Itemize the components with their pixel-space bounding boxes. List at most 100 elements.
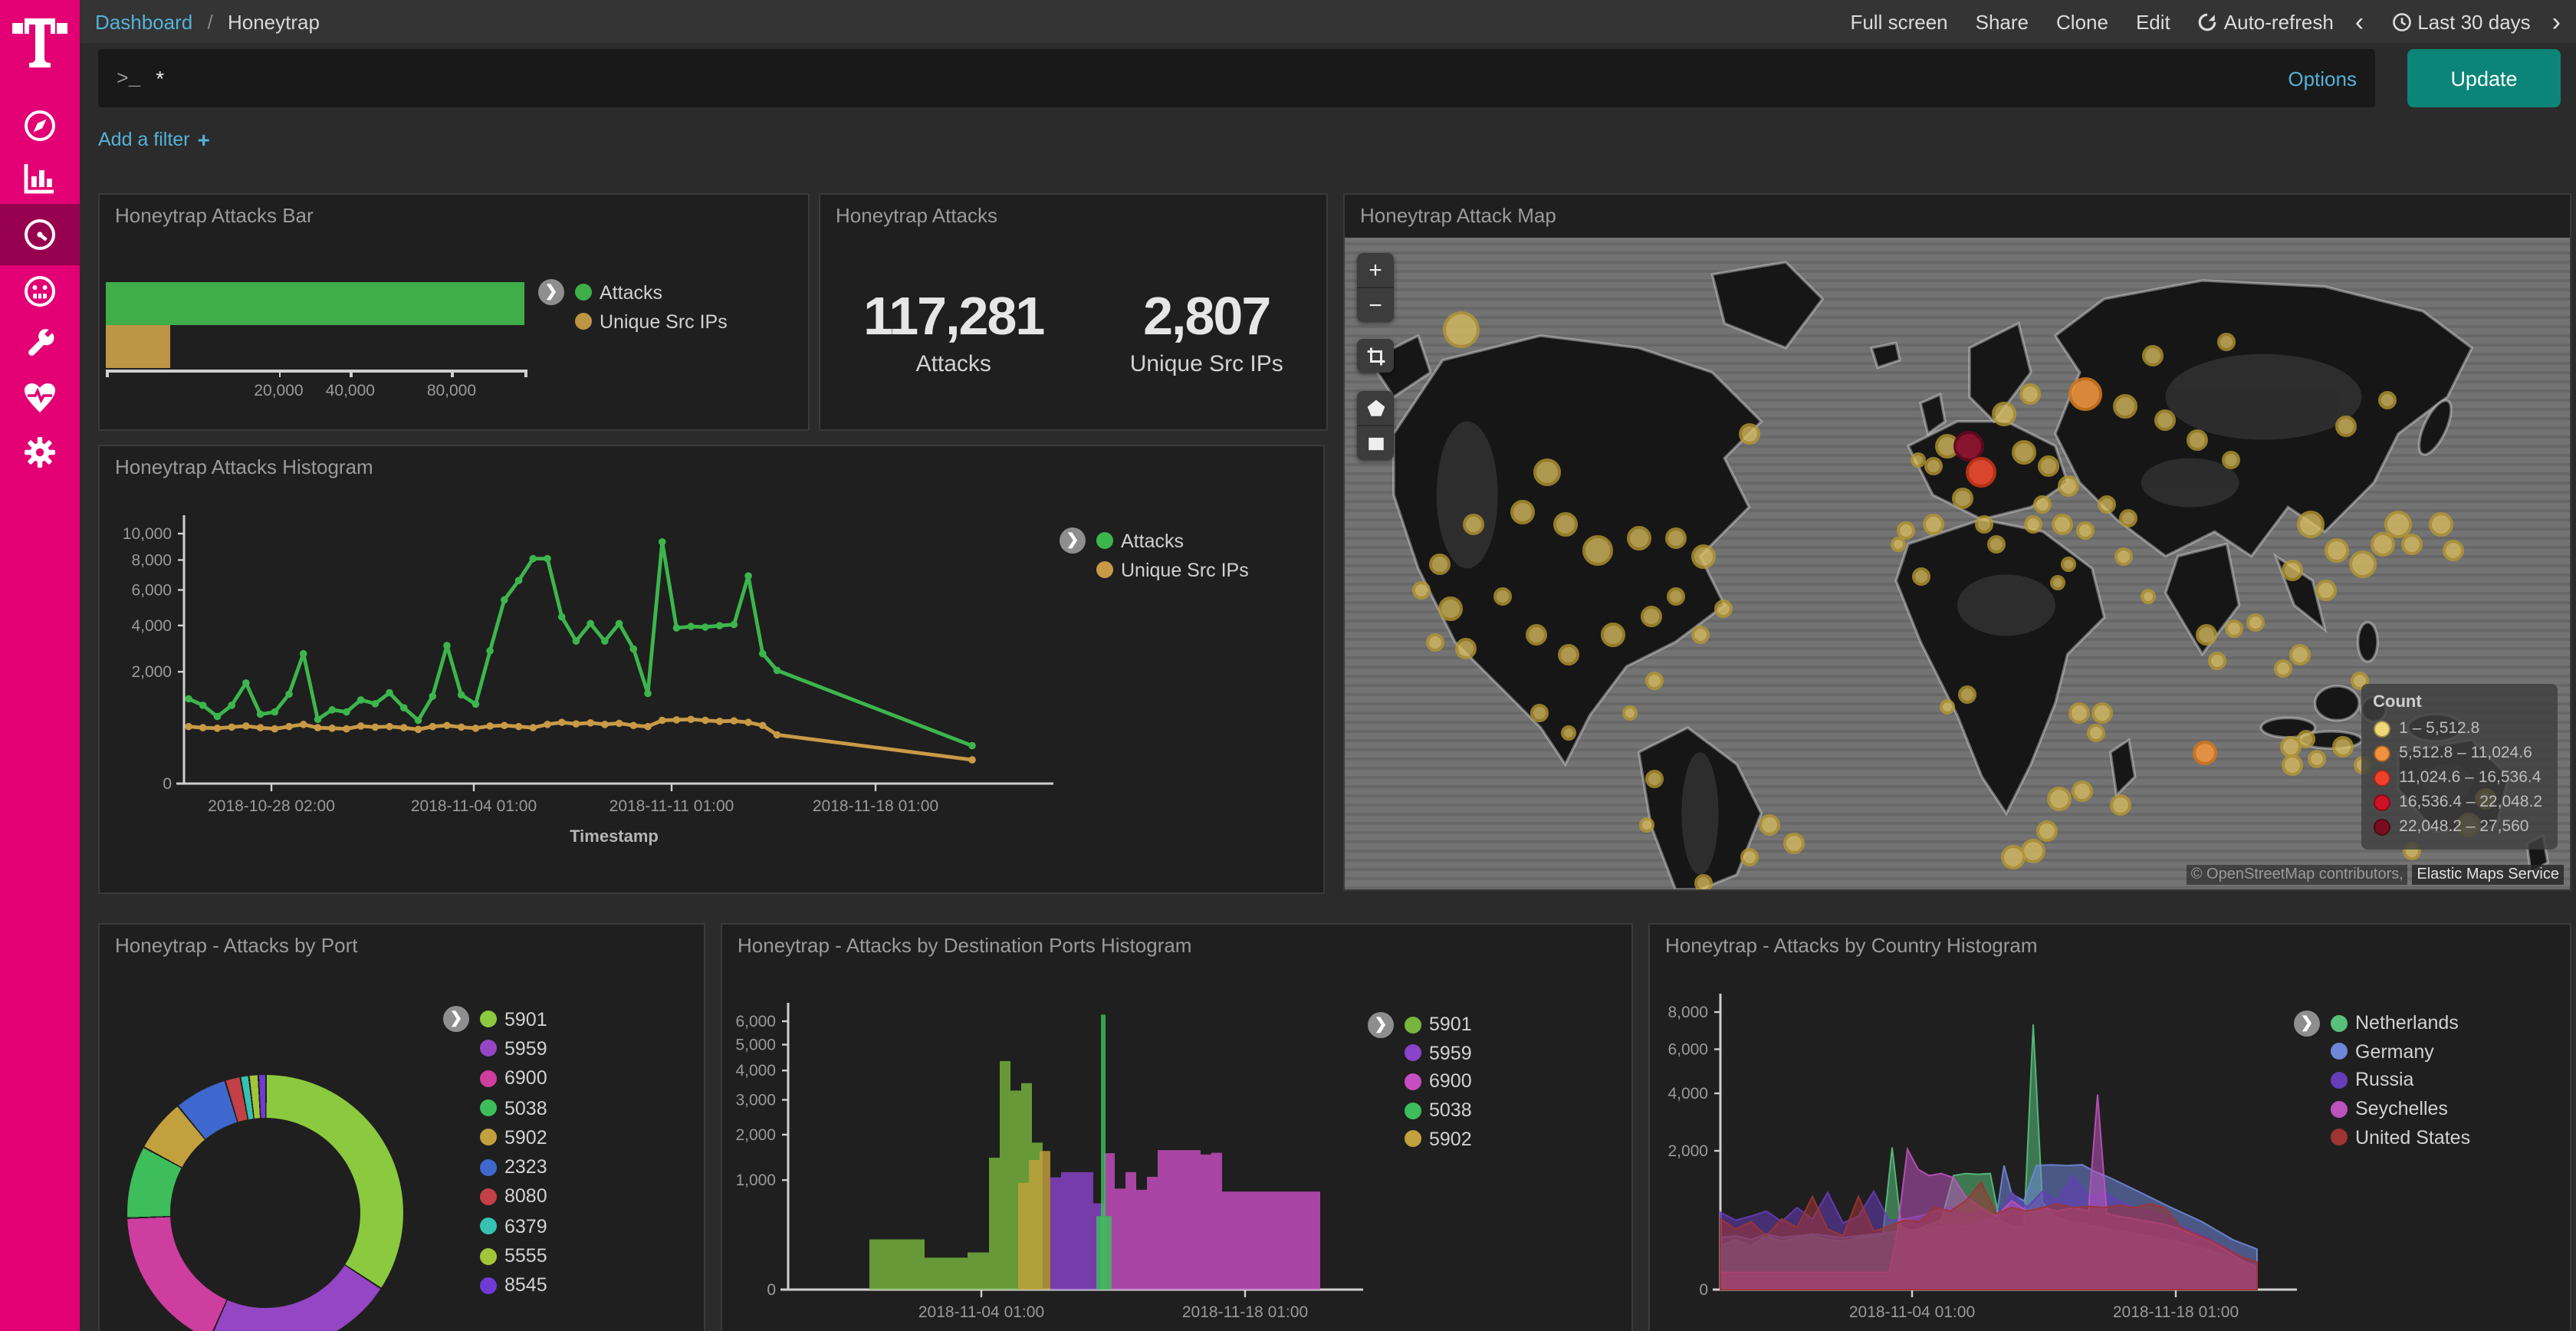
breadcrumb-dashboard-link[interactable]: Dashboard (95, 10, 192, 33)
legend-item[interactable]: 6900 (1405, 1067, 1472, 1096)
legend-item[interactable]: 8080 (480, 1182, 547, 1212)
attack-map[interactable]: + − (1345, 238, 2570, 889)
legend-item[interactable]: Netherlands (2331, 1009, 2470, 1037)
rectangle-tool-button[interactable] (1357, 425, 1394, 460)
legend-item[interactable]: 5901 (480, 1004, 547, 1034)
sidebar-item-timelion[interactable] (0, 261, 80, 322)
sidebar-item-visualize[interactable] (0, 147, 80, 209)
legend-item[interactable]: 5959 (1405, 1039, 1472, 1067)
legend-item[interactable]: Attacks (1096, 526, 1249, 555)
attack-location-marker (1438, 597, 1462, 622)
query-text[interactable]: * (156, 66, 2288, 90)
legend-toggle-icon[interactable]: ❯ (443, 1006, 469, 1032)
legend-label: 6379 (504, 1215, 547, 1237)
sidebar-item-dashboard[interactable] (0, 204, 80, 265)
plus-icon: + (198, 127, 210, 152)
options-link[interactable]: Options (2288, 67, 2357, 90)
legend-item[interactable]: 5902 (1405, 1125, 1472, 1153)
legend-item[interactable]: 5959 (480, 1034, 547, 1064)
legend-label: 5901 (504, 1008, 547, 1030)
auto-refresh-button[interactable]: Auto-refresh (2198, 10, 2334, 33)
sidebar-item-dev-tools[interactable] (0, 314, 80, 376)
time-forward-button[interactable]: › (2552, 8, 2561, 35)
panel-title[interactable]: Honeytrap Attack Map (1360, 204, 1556, 227)
legend-dot (480, 1158, 497, 1175)
legend-item[interactable]: Unique Src IPs (575, 307, 728, 336)
legend-item[interactable]: Unique Src IPs (1096, 555, 1249, 584)
panel-title[interactable]: Honeytrap - Attacks by Port (115, 934, 357, 957)
zoom-out-button[interactable]: − (1357, 287, 1394, 322)
legend-item[interactable]: 5901 (1405, 1011, 1472, 1039)
legend-item[interactable]: 5902 (480, 1122, 547, 1152)
legend-item[interactable]: 6900 (480, 1063, 547, 1093)
edit-button[interactable]: Edit (2136, 10, 2170, 33)
panel-title[interactable]: Honeytrap - Attacks by Destination Ports… (738, 934, 1191, 957)
zoom-in-button[interactable]: + (1357, 253, 1394, 287)
ems-attribution[interactable]: Elastic Maps Service (2412, 865, 2564, 885)
query-bar: >_ * Options Update (80, 43, 2576, 115)
map-attribution: © OpenStreetMap contributors, Elastic Ma… (2187, 866, 2564, 883)
attack-location-marker (1553, 512, 1578, 537)
legend-dot (2373, 794, 2390, 810)
update-button[interactable]: Update (2407, 49, 2561, 107)
svg-text:10,000: 10,000 (123, 525, 172, 543)
attack-location-marker (2221, 450, 2239, 468)
attack-location-marker (1925, 457, 1944, 475)
attack-location-marker (1582, 535, 1612, 566)
panel-title[interactable]: Honeytrap Attacks Bar (115, 204, 314, 227)
x-tick-label: 20,000 (254, 382, 303, 400)
time-range-picker[interactable]: Last 30 days (2391, 10, 2530, 33)
legend-item[interactable]: 2323 (480, 1152, 547, 1182)
panel-title[interactable]: Honeytrap Attacks (836, 204, 997, 227)
osm-attribution[interactable]: © OpenStreetMap contributors, (2187, 865, 2408, 885)
panel-title[interactable]: Honeytrap Attacks Histogram (115, 455, 373, 478)
legend-dot (575, 313, 592, 330)
legend-item[interactable]: 6379 (480, 1211, 547, 1241)
map-draw-controls (1357, 391, 1394, 460)
legend-item[interactable]: United States (2331, 1123, 2470, 1152)
legend-toggle-icon[interactable]: ❯ (1060, 527, 1086, 554)
attack-location-marker (1738, 422, 1760, 444)
legend-item[interactable]: Russia (2331, 1066, 2470, 1094)
attacks-by-port-donut: ❯ 5901 595969005038590223238080 6379 5555854… (100, 925, 704, 1331)
crop-icon (1365, 346, 1385, 366)
legend-toggle-icon[interactable]: ❯ (2294, 1011, 2320, 1037)
legend-item[interactable]: 8545 (480, 1270, 547, 1300)
legend-item[interactable]: Seychelles (2331, 1095, 2470, 1123)
crop-tool-button[interactable] (1357, 339, 1394, 373)
legend-item[interactable]: Attacks (575, 278, 728, 307)
share-button[interactable]: Share (1976, 10, 2029, 33)
polygon-tool-button[interactable] (1357, 391, 1394, 425)
legend-label: 11,024.6 – 16,536.4 (2399, 768, 2541, 787)
svg-text:6,000: 6,000 (131, 581, 172, 599)
search-input[interactable]: >_ * Options (98, 49, 2375, 107)
sidebar-item-management[interactable] (0, 422, 80, 483)
full-screen-button[interactable]: Full screen (1850, 10, 1947, 33)
legend-toggle-icon[interactable]: ❯ (1368, 1012, 1394, 1038)
legend-item[interactable]: Germany (2331, 1037, 2470, 1066)
t-mobile-logo[interactable] (9, 9, 71, 71)
time-back-button[interactable]: ‹ (2355, 8, 2364, 35)
attack-location-marker (2019, 383, 2040, 405)
legend-item[interactable]: 5555 (480, 1241, 547, 1271)
legend-item[interactable]: 5038 (480, 1093, 547, 1123)
attack-location-marker (2002, 845, 2026, 869)
legend-dot (2373, 720, 2390, 737)
add-filter-link[interactable]: Add a filter (98, 129, 190, 150)
attack-location-marker (1455, 638, 1477, 659)
sidebar (0, 0, 80, 1331)
panel-title[interactable]: Honeytrap - Attacks by Country Histogram (1665, 934, 2038, 957)
svg-text:2,000: 2,000 (131, 663, 172, 681)
attacks-metric: 117,281 Attacks 2,807 Unique Src IPs (820, 195, 1326, 429)
x-tick-label: 40,000 (326, 382, 375, 400)
svg-text:2018-11-04 01:00: 2018-11-04 01:00 (918, 1303, 1044, 1321)
legend-dot (480, 1070, 497, 1086)
svg-text:0: 0 (767, 1281, 776, 1299)
legend-dot (1405, 1017, 1421, 1034)
legend-item[interactable]: 5038 (1405, 1096, 1472, 1125)
attacks-histogram-legend: ❯AttacksUnique Src IPs (1096, 526, 1249, 584)
svg-text:3,000: 3,000 (735, 1092, 776, 1109)
legend-toggle-icon[interactable]: ❯ (538, 279, 564, 305)
sidebar-item-monitoring[interactable] (0, 368, 80, 429)
clone-button[interactable]: Clone (2056, 10, 2108, 33)
